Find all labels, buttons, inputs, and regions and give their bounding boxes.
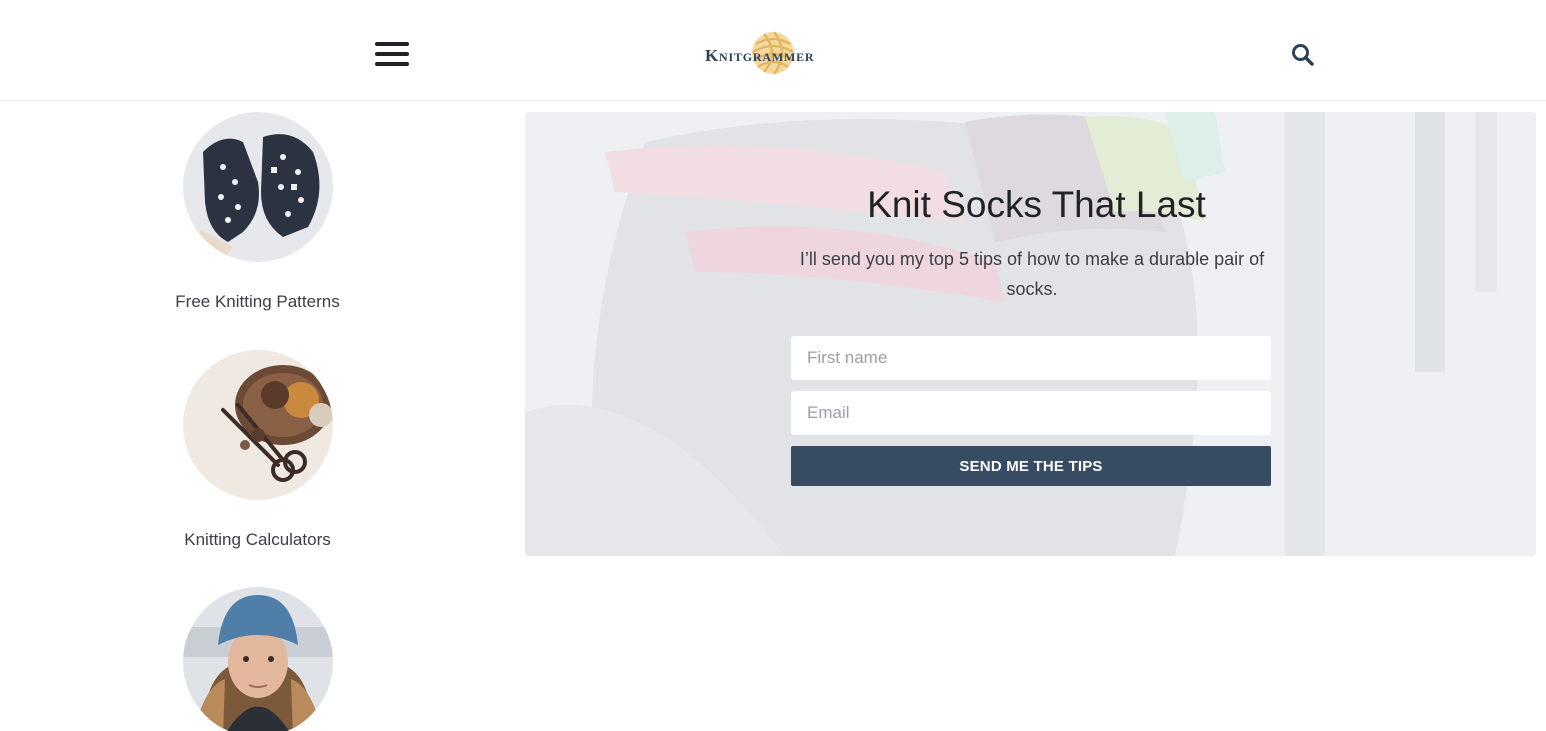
sidebar-item-free-patterns[interactable]: Free Knitting Patterns bbox=[150, 112, 365, 312]
sidebar-item-calculators[interactable]: Knitting Calculators bbox=[150, 350, 365, 550]
email-input[interactable] bbox=[791, 391, 1271, 435]
knitted-socks-snow-background bbox=[525, 112, 1536, 556]
author-portrait-photo bbox=[182, 587, 333, 731]
sidebar-item-label: Free Knitting Patterns bbox=[175, 292, 340, 311]
site-header: Knitgrammer bbox=[0, 0, 1546, 101]
hero-subtitle: I’ll send you my top 5 tips of how to ma… bbox=[799, 249, 1265, 299]
site-logo[interactable]: Knitgrammer bbox=[702, 30, 847, 82]
hero-title: Knit Socks That Last bbox=[867, 184, 1206, 225]
logo-text: Knitgrammer bbox=[705, 46, 815, 65]
first-name-input[interactable] bbox=[791, 336, 1271, 380]
opt-in-hero: Knit Socks That Last I’ll send you my to… bbox=[525, 112, 1536, 556]
search-icon[interactable] bbox=[1290, 42, 1316, 68]
hamburger-menu-icon[interactable] bbox=[375, 42, 411, 70]
knitted-mittens-photo bbox=[182, 112, 333, 262]
yarn-basket-scissors-photo bbox=[182, 350, 333, 500]
sidebar-item-label: Knitting Calculators bbox=[184, 530, 331, 549]
send-tips-button[interactable]: SEND ME THE TIPS bbox=[791, 446, 1271, 486]
sidebar-item-author[interactable] bbox=[150, 587, 365, 731]
